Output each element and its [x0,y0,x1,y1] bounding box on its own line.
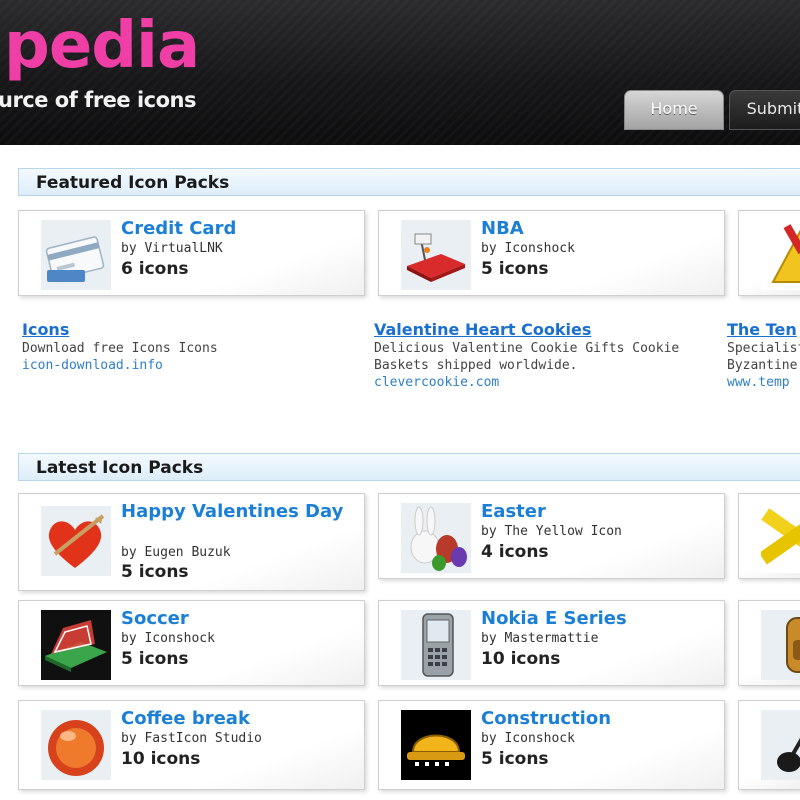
latest-card-nokia[interactable]: Nokia E Series by Mastermattie 10 icons [378,600,725,686]
latest-card-partial-3[interactable] [738,700,800,790]
pack-title[interactable]: Soccer [121,609,361,629]
credit-card-icon [41,220,111,290]
pack-count: 10 icons [481,649,561,669]
pack-title[interactable]: Construction [481,709,721,729]
latest-card-easter[interactable]: Easter by The Yellow Icon 4 icons [378,493,725,579]
featured-card-credit-card[interactable]: Credit Card by VirtualLNK 6 icons [18,210,365,296]
latest-card-partial-2[interactable] [738,600,800,686]
sponsored-link-1[interactable]: Icons Download free Icons Icons icon-dow… [22,320,362,374]
pack-count: 6 icons [121,259,189,279]
ad-description: Download free Icons Icons [22,341,218,356]
tab-home[interactable]: Home [624,90,724,130]
easter-bunny-icon [401,503,471,573]
featured-heading: Featured Icon Packs [18,168,800,196]
pack-title[interactable]: Nokia E Series [481,609,721,629]
latest-heading: Latest Icon Packs [18,453,800,481]
site-logo[interactable]: pedia [4,14,200,78]
site-tagline: urce of free icons [0,88,197,112]
sponsored-link-3[interactable]: The Ten Specialist Byzantine www.temp [727,320,800,391]
hard-hat-icon [401,710,471,780]
soccer-field-icon [41,610,111,680]
pack-author: by Mastermattie [481,631,599,646]
mobile-phone-icon [401,610,471,680]
basketball-court-icon [401,220,471,290]
pack-title[interactable]: Happy Valentines Day [121,502,361,522]
ad-title[interactable]: Icons [22,320,362,340]
pack-count: 5 icons [481,259,549,279]
pack-author: by Iconshock [121,631,215,646]
pack-title[interactable]: Coffee break [121,709,361,729]
featured-card-partial[interactable] [738,210,800,296]
pack-author: by Iconshock [481,731,575,746]
featured-card-nba[interactable]: NBA by Iconshock 5 icons [378,210,725,296]
caution-tape-icon [761,503,800,573]
ad-title[interactable]: Valentine Heart Cookies [374,320,704,340]
pack-title[interactable]: NBA [481,219,721,239]
latest-card-coffee-break[interactable]: Coffee break by FastIcon Studio 10 icons [18,700,365,790]
latest-card-soccer[interactable]: Soccer by Iconshock 5 icons [18,600,365,686]
latest-card-construction[interactable]: Construction by Iconshock 5 icons [378,700,725,790]
pack-author: by The Yellow Icon [481,524,622,539]
pack-count: 4 icons [481,542,549,562]
heart-icon [41,506,111,576]
pack-author: by FastIcon Studio [121,731,262,746]
latest-card-happy-valentines[interactable]: Happy Valentines Day by Eugen Buzuk 5 ic… [18,493,365,591]
ad-url[interactable]: www.temp [727,374,800,391]
backpack-icon [761,610,800,680]
guitar-icon [761,710,800,780]
ad-url[interactable]: icon-download.info [22,357,362,374]
ad-description: Delicious Valentine Cookie Gifts Cookie … [374,341,680,373]
ad-title[interactable]: The Ten [727,320,800,340]
pack-author: by Iconshock [481,241,575,256]
site-header: pedia urce of free icons Home Submit [0,0,800,145]
pack-author: by VirtualLNK [121,241,223,256]
pack-author: by Eugen Buzuk [121,545,231,560]
ad-url[interactable]: clevercookie.com [374,374,704,391]
pack-count: 5 icons [481,749,549,769]
coffee-icon [41,710,111,780]
pack-count: 5 icons [121,562,189,582]
pack-count: 5 icons [121,649,189,669]
ad-description: Specialist Byzantine [727,341,800,373]
tab-submit[interactable]: Submit [729,90,800,130]
latest-card-partial-1[interactable] [738,493,800,579]
pack-count: 10 icons [121,749,201,769]
sponsored-link-2[interactable]: Valentine Heart Cookies Delicious Valent… [374,320,704,391]
pack-title[interactable]: Easter [481,502,721,522]
warning-sign-icon [761,220,800,290]
pack-title[interactable]: Credit Card [121,219,361,239]
